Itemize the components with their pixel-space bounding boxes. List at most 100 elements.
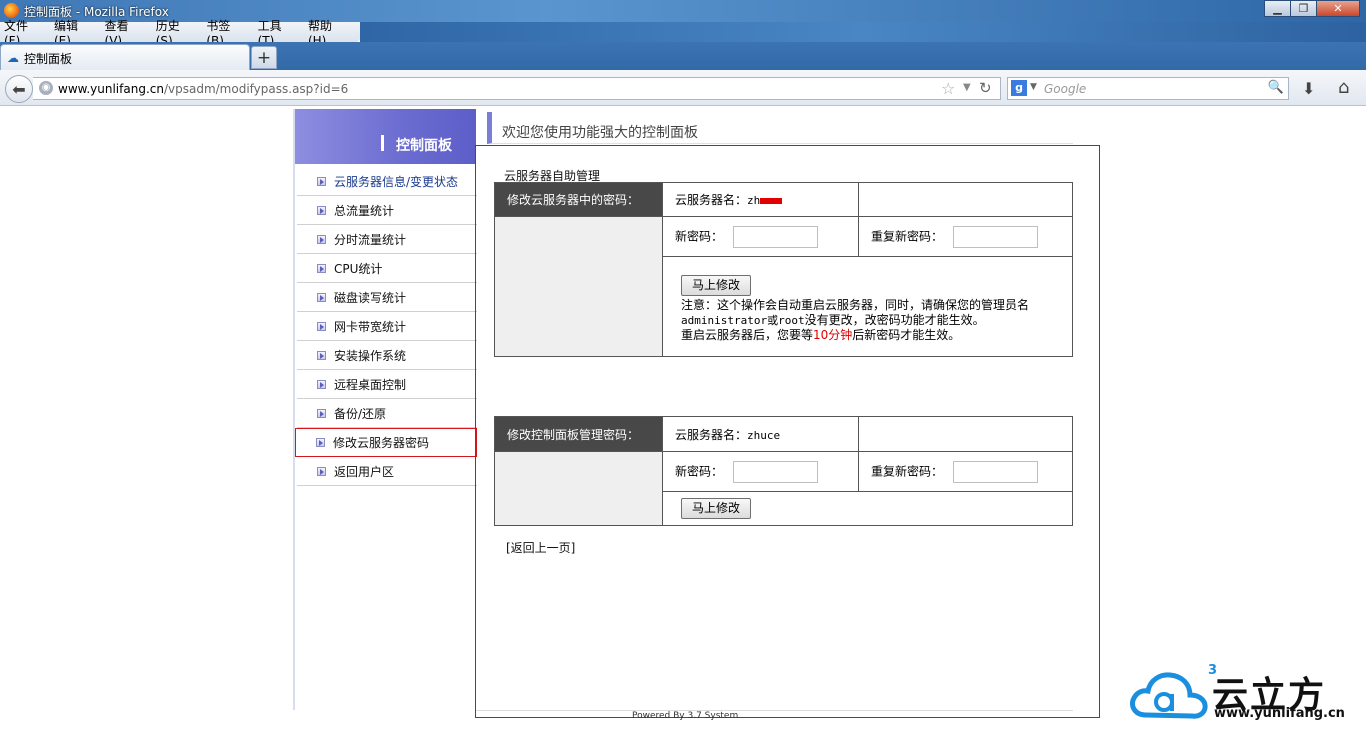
sidebar-item-user-area[interactable]: 返回用户区	[297, 457, 477, 486]
sidebar-item-hourly-traffic[interactable]: 分时流量统计	[297, 225, 477, 254]
bullet-icon	[317, 321, 326, 331]
form-heading: 修改控制面板管理密码：	[494, 416, 663, 452]
tab-label: 控制面板	[24, 52, 73, 66]
form-side-panel	[494, 216, 663, 357]
note-line-2-mono: administrator或root	[681, 313, 805, 327]
warning-note: 注意：这个操作会自动重启云服务器，同时，请确保您的管理员名 administra…	[681, 298, 1072, 343]
sidebar: 控制面板 云服务器信息/变更状态 总流量统计 分时流量统计 CPU统计 磁盘读写…	[293, 109, 477, 710]
sidebar-item-server-info[interactable]: 云服务器信息/变更状态	[297, 167, 477, 196]
url-path: /vpsadm/modifypass.asp?id=6	[163, 82, 349, 96]
back-link[interactable]: [返回上一页]	[506, 539, 575, 556]
panel-password-form: 修改控制面板管理密码： 云服务器名：zhuce 新密码： 重复新密码： 马上修改	[494, 416, 1073, 526]
repeat-password-label: 重复新密码：	[871, 229, 944, 243]
form-heading: 修改云服务器中的密码：	[494, 182, 663, 217]
server-name-value: zhuce	[747, 428, 781, 442]
back-arrow-icon: ⬅	[12, 79, 26, 99]
sidebar-item-install-os[interactable]: 安装操作系统	[297, 341, 477, 370]
search-icon[interactable]: 🔍	[1268, 80, 1284, 95]
server-name-label: 云服务器名：	[675, 193, 748, 207]
minimize-button[interactable]: ▁	[1264, 0, 1291, 17]
sidebar-item-label: 网卡带宽统计	[334, 319, 407, 334]
reload-icon[interactable]: ↻	[979, 79, 992, 97]
welcome-banner: 欢迎您使用功能强大的控制面板	[487, 112, 1073, 144]
note-line-3-a: 重启云服务器后，您要等	[681, 327, 814, 342]
sidebar-item-label: 远程桌面控制	[334, 377, 407, 392]
search-placeholder: Google	[1044, 82, 1087, 96]
bullet-icon	[317, 292, 326, 302]
server-name-cell: 云服务器名：zh	[662, 182, 859, 217]
bullet-icon	[317, 350, 326, 360]
cloud-icon: ☁	[7, 51, 19, 65]
back-button[interactable]: ⬅	[5, 75, 33, 103]
empty-cell	[858, 182, 1073, 217]
powered-by: Powered By 3.7 System	[632, 711, 739, 721]
brand-logo: 3 云立方 www.yunlifang.cn	[1126, 663, 1366, 727]
sidebar-menu: 云服务器信息/变更状态 总流量统计 分时流量统计 CPU统计 磁盘读写统计 网卡…	[295, 167, 477, 486]
download-icon[interactable]: ⬇	[1302, 79, 1315, 98]
bullet-icon	[317, 379, 326, 389]
new-password-input[interactable]	[733, 225, 819, 248]
bookmark-star-icon[interactable]: ☆	[941, 79, 955, 98]
bullet-icon	[317, 205, 326, 215]
sidebar-item-cpu[interactable]: CPU统计	[297, 254, 477, 283]
search-engine-icon[interactable]: g	[1011, 80, 1027, 96]
sidebar-item-label: 总流量统计	[334, 203, 395, 218]
repeat-password-input[interactable]	[953, 460, 1039, 483]
repeat-password-cell: 重复新密码：	[858, 451, 1073, 492]
sidebar-item-total-traffic[interactable]: 总流量统计	[297, 196, 477, 225]
page-content: 控制面板 云服务器信息/变更状态 总流量统计 分时流量统计 CPU统计 磁盘读写…	[0, 107, 1366, 731]
close-button[interactable]: ✕	[1316, 0, 1360, 17]
sidebar-item-label: 修改云服务器密码	[333, 436, 430, 450]
menu-bar: 文件(F) 编辑(E) 查看(V) 历史(S) 书签(B) 工具(T) 帮助(H…	[0, 19, 360, 48]
new-password-input[interactable]	[733, 460, 819, 483]
titlebar-background	[360, 22, 1366, 42]
home-icon[interactable]: ⌂	[1338, 77, 1349, 98]
sidebar-item-label: 返回用户区	[334, 464, 395, 479]
bullet-icon	[317, 176, 326, 186]
window-title: 控制面板 - Mozilla Firefox	[24, 5, 169, 19]
new-password-cell: 新密码：	[662, 216, 859, 257]
submit-button[interactable]: 马上修改	[681, 498, 752, 519]
redaction-mark	[760, 197, 783, 204]
submit-cell: 马上修改 注意：这个操作会自动重启云服务器，同时，请确保您的管理员名 admin…	[662, 256, 1073, 357]
sidebar-title: 控制面板	[396, 138, 452, 154]
new-tab-button[interactable]: +	[251, 46, 277, 69]
url-host: www.yunlifang.cn	[58, 82, 164, 96]
sidebar-item-label: CPU统计	[334, 261, 383, 276]
maximize-button[interactable]: ❐	[1290, 0, 1317, 17]
cloud-logo-icon	[1130, 672, 1208, 719]
sidebar-item-remote-desktop[interactable]: 远程桌面控制	[297, 370, 477, 399]
repeat-password-input[interactable]	[953, 225, 1039, 248]
sidebar-item-change-password[interactable]: 修改云服务器密码	[295, 428, 477, 457]
sidebar-item-disk[interactable]: 磁盘读写统计	[297, 283, 477, 312]
sidebar-item-bandwidth[interactable]: 网卡带宽统计	[297, 312, 477, 341]
sidebar-item-label: 云服务器信息/变更状态	[334, 174, 459, 189]
tab-control-panel[interactable]: ☁ 控制面板	[0, 44, 250, 70]
bullet-icon	[316, 438, 325, 447]
sidebar-header: 控制面板	[295, 109, 476, 164]
search-engine-dropdown-icon[interactable]: ▼	[1030, 82, 1037, 92]
server-password-form: 修改云服务器中的密码： 云服务器名：zh 新密码： 重复新密码： 马上修改 注意…	[494, 182, 1073, 357]
search-bar[interactable]: g ▼ Google 🔍	[1007, 77, 1289, 100]
url-text[interactable]: www.yunlifang.cn/vpsadm/modifypass.asp?i…	[58, 82, 348, 96]
window-controls: ▁ ❐ ✕	[1264, 0, 1360, 18]
server-name-cell: 云服务器名：zhuce	[662, 416, 859, 452]
empty-cell	[858, 416, 1073, 452]
bullet-icon	[317, 234, 326, 244]
server-name-value: zh	[747, 194, 761, 207]
sidebar-header-bar	[381, 135, 384, 151]
url-dropdown-icon[interactable]: ▼	[963, 82, 971, 93]
new-password-label: 新密码：	[675, 464, 724, 478]
note-line-3-b: 后新密码才能生效。	[852, 327, 961, 342]
bullet-icon	[317, 408, 326, 418]
sidebar-item-backup[interactable]: 备份/还原	[297, 399, 477, 428]
note-line-3-red: 10分钟	[813, 327, 853, 342]
submit-button[interactable]: 马上修改	[681, 274, 752, 296]
address-bar[interactable]: ◉ www.yunlifang.cn/vpsadm/modifypass.asp…	[33, 77, 1001, 100]
navigation-toolbar: ⬅ ◉ www.yunlifang.cn/vpsadm/modifypass.a…	[0, 70, 1366, 106]
bullet-icon	[317, 466, 326, 476]
note-line-1: 注意：这个操作会自动重启云服务器，同时，请确保您的管理员名	[681, 297, 1030, 312]
form-side-panel	[494, 451, 663, 526]
repeat-password-label: 重复新密码：	[871, 464, 944, 478]
welcome-text: 欢迎您使用功能强大的控制面板	[502, 125, 698, 141]
